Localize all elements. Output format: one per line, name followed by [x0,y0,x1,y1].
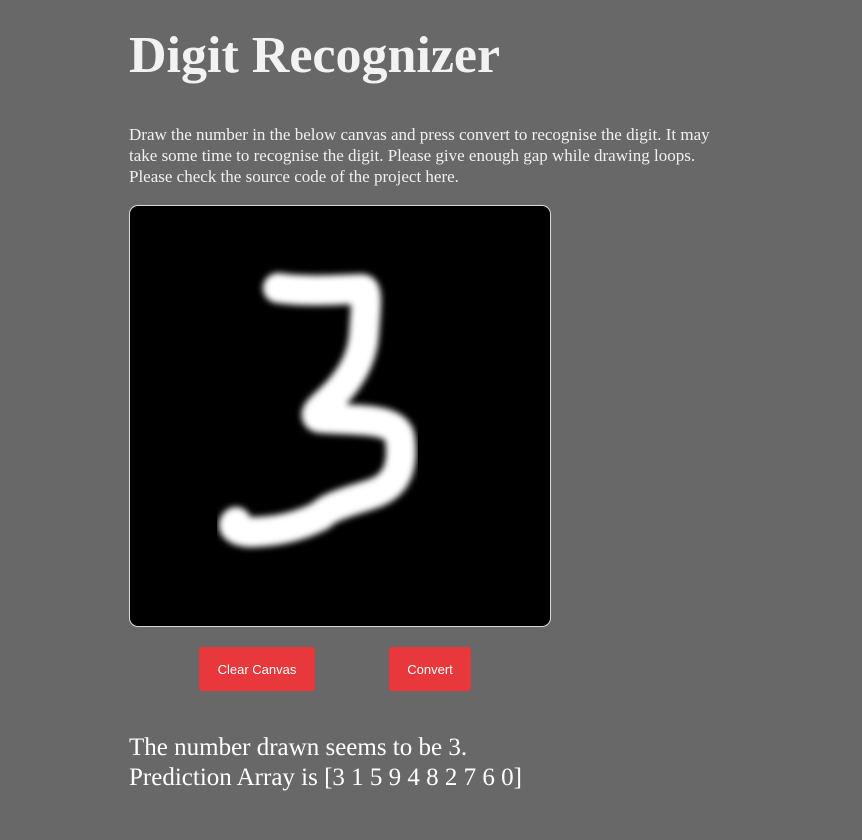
prediction-array-text: Prediction Array is [3 1 5 9 4 8 2 7 6 0… [129,764,523,791]
handwritten-digit-drawing [219,273,416,548]
convert-button[interactable]: Convert [389,647,471,691]
page-title: Digit Recognizer [129,27,501,84]
clear-canvas-button[interactable]: Clear Canvas [199,647,315,691]
instructions-line: Please check the source code of the proj… [129,167,459,186]
prediction-text: The number drawn seems to be 3. [129,734,468,761]
instructions-line: take some time to recognise the digit. P… [129,146,696,165]
drawing-canvas[interactable] [129,205,551,627]
instructions-text: Draw the number in the below canvas and … [129,124,769,187]
prediction-result: The number drawn seems to be 3. Predicti… [129,733,522,793]
instructions-line: Draw the number in the below canvas and … [129,125,710,144]
